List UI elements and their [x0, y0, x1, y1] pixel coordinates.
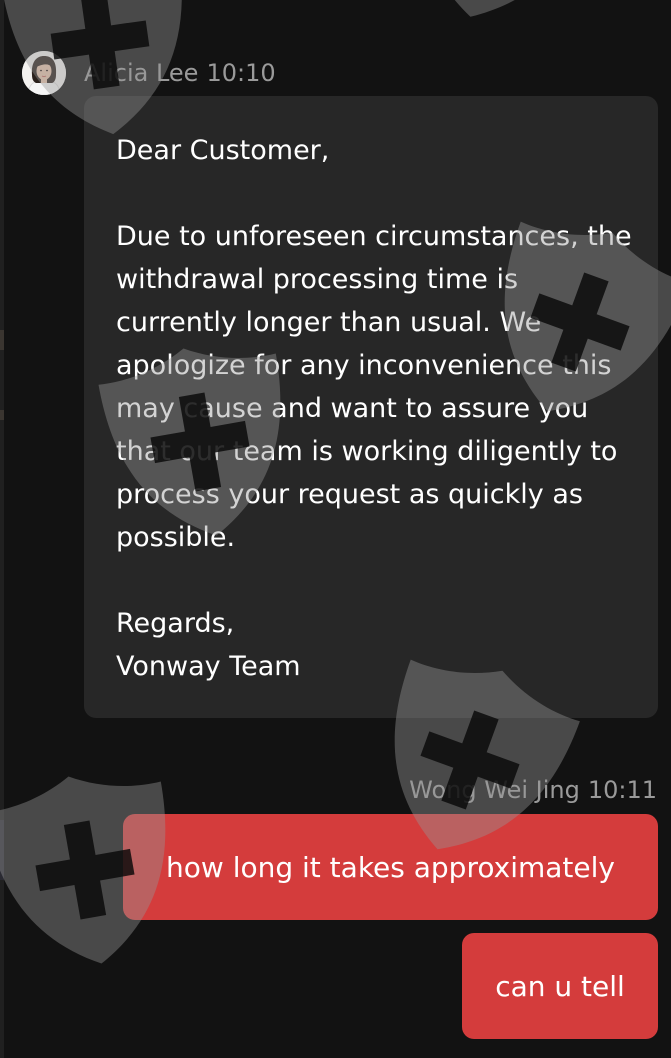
message-time: 10:11 — [587, 776, 657, 804]
message-text: can u tell — [495, 969, 625, 1003]
chat-thread[interactable]: Alicia Lee 10:10 Dear Customer, Due to un… — [0, 0, 671, 1058]
incoming-meta: Alicia Lee 10:10 — [84, 59, 276, 87]
message-body: Due to unforeseen circumstances, the wit… — [116, 221, 632, 553]
message-greeting: Dear Customer, — [116, 135, 330, 166]
outgoing-message-bubble[interactable]: can u tell — [462, 933, 658, 1039]
sender-name: Alicia Lee — [84, 59, 199, 87]
incoming-message-header: Alicia Lee 10:10 — [22, 50, 276, 96]
message-time: 10:10 — [206, 59, 276, 87]
outgoing-message-bubble[interactable]: how long it takes approximately — [123, 814, 658, 920]
outgoing-meta: Wong Wei Jing 10:11 — [409, 776, 657, 804]
avatar-image — [22, 51, 66, 95]
sender-name: Wong Wei Jing — [409, 776, 580, 804]
message-closing: Regards, — [116, 608, 235, 639]
avatar[interactable] — [22, 51, 66, 95]
message-signature: Vonway Team — [116, 651, 301, 682]
incoming-message-bubble[interactable]: Dear Customer, Due to unforeseen circums… — [84, 96, 658, 718]
message-text: how long it takes approximately — [166, 850, 615, 884]
